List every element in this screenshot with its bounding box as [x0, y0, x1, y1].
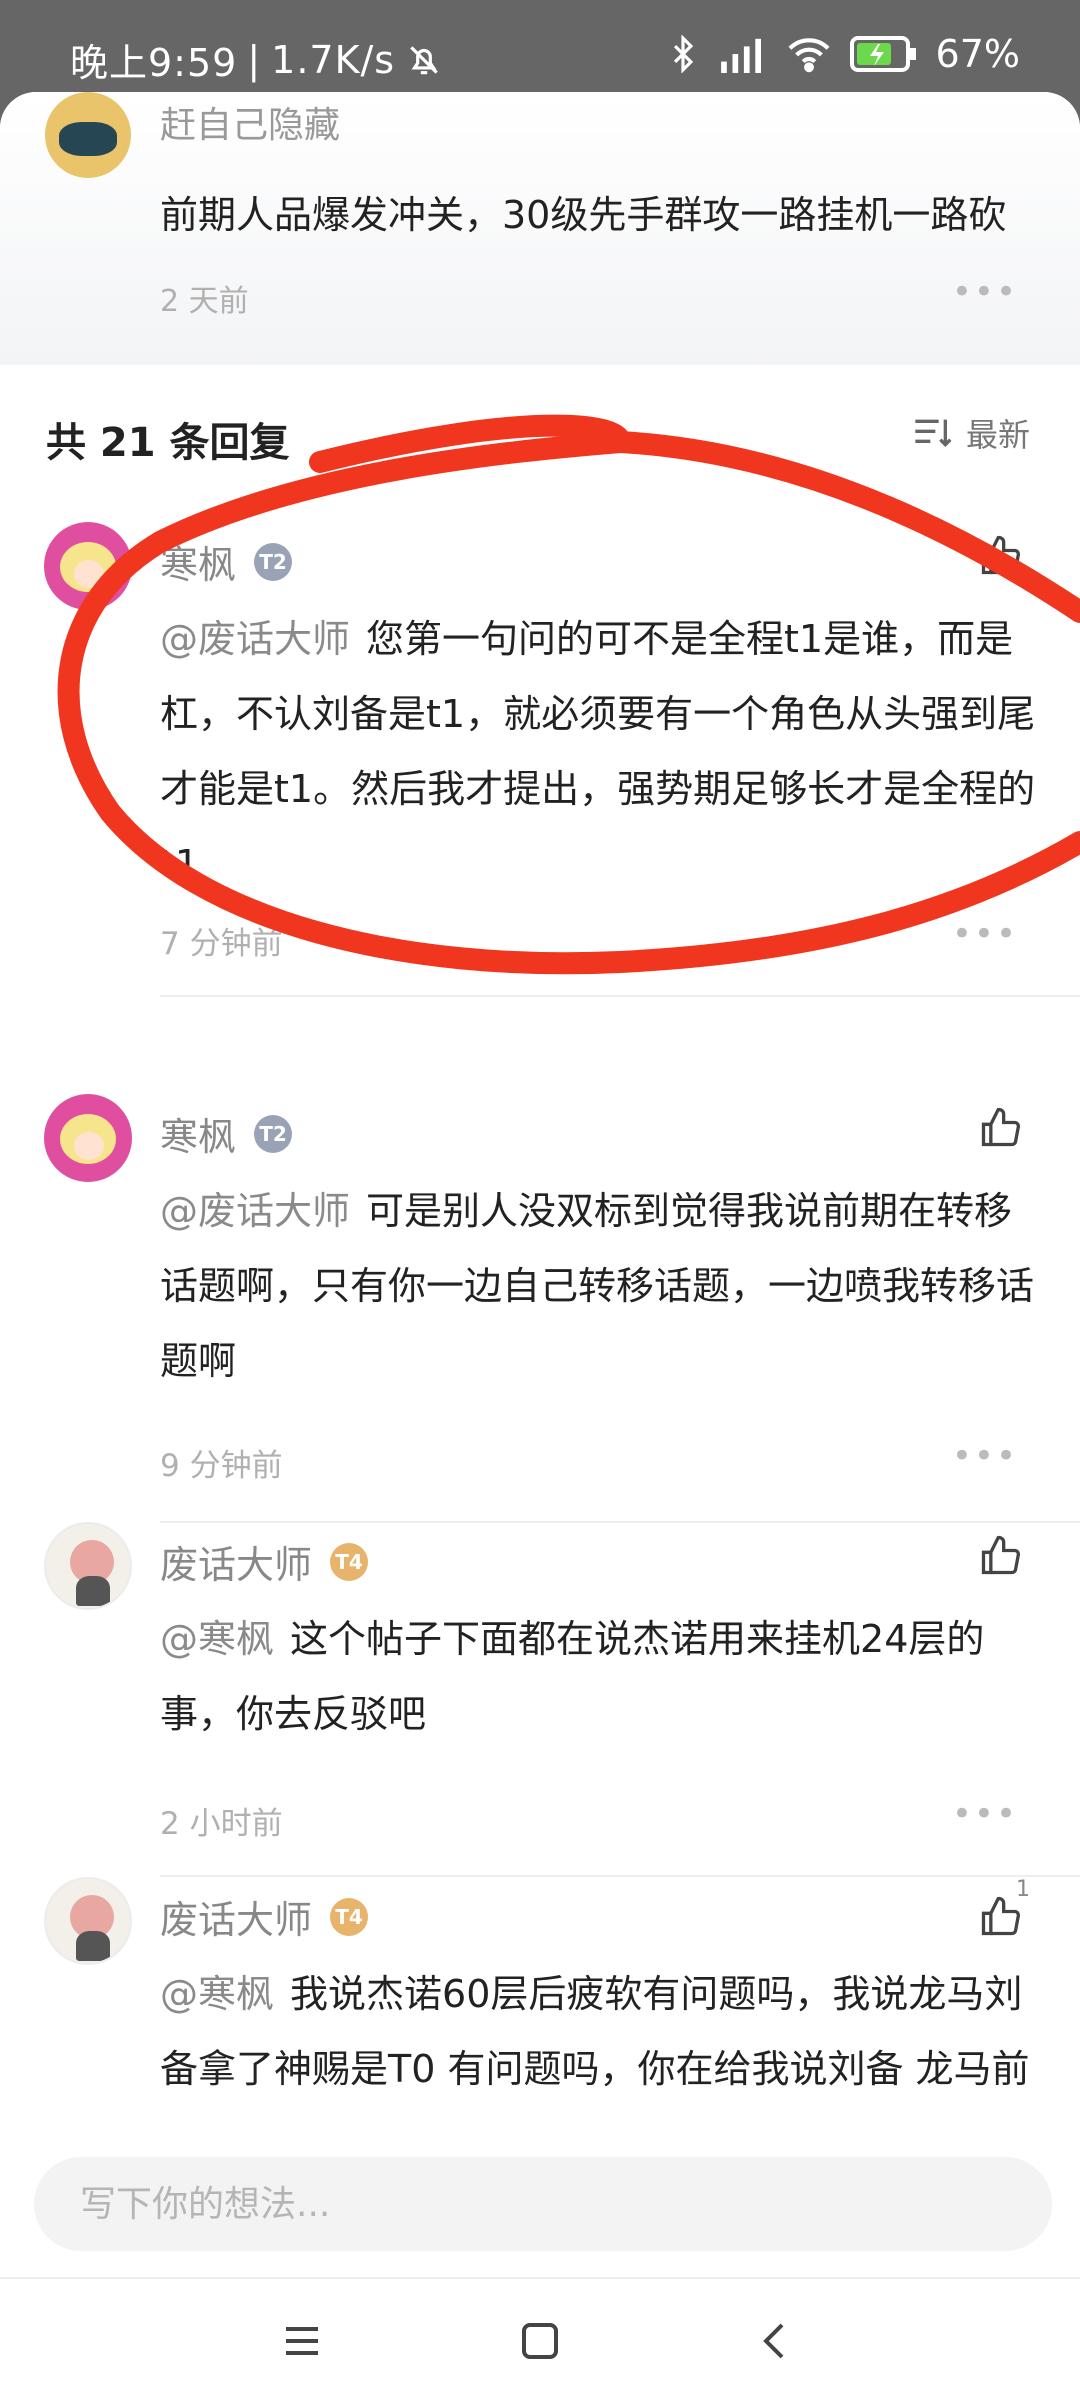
level-badge: T4	[330, 1897, 369, 1936]
reply-time: 7 分钟前	[160, 926, 283, 962]
reply-item: 寒枫 T2 @废话大师 可是别人没双标到觉得我说前期在转移话题啊，只有你一边自己转…	[0, 1094, 1080, 1523]
network-speed: 1.7K/s	[271, 37, 396, 82]
mention-link[interactable]: @寒枫	[160, 1972, 274, 2016]
back-icon[interactable]	[752, 2317, 800, 2365]
reply-time: 2 小时前	[160, 1806, 283, 1842]
like-icon[interactable]	[978, 534, 1022, 578]
reply-author-row: 寒枫 T2	[160, 534, 293, 589]
reply-author-row: 废话大师 T4	[160, 1534, 369, 1589]
reply-author-row: 寒枫 T2	[160, 1106, 293, 1161]
reply-author[interactable]: 寒枫	[160, 1106, 236, 1161]
reply-author[interactable]: 寒枫	[160, 534, 236, 589]
status-bar: 晚上9:59 | 1.7K/s 67%	[0, 0, 1080, 100]
mention-link[interactable]: @废话大师	[160, 617, 350, 661]
more-options-icon[interactable]: •••	[952, 272, 1018, 312]
original-comment-user: 赶自己隐藏	[160, 105, 341, 146]
like-count: 1	[1016, 1877, 1030, 1902]
like-icon[interactable]	[978, 1534, 1022, 1578]
battery-icon	[849, 36, 916, 72]
wifi-icon	[788, 38, 830, 73]
reply-author-row: 废话大师 T4	[160, 1889, 369, 1944]
reply-item: 废话大师 T4 @寒枫 这个帖子下面都在说杰诺用来挂机24层的事，你去反驳吧 2 …	[0, 1522, 1080, 1877]
level-badge: T2	[254, 542, 293, 581]
comment-composer	[0, 2107, 1080, 2277]
status-left: 晚上9:59 | 1.7K/s	[70, 32, 443, 87]
mention-link[interactable]: @废话大师	[160, 1189, 350, 1233]
original-comment: 赶自己隐藏 前期人品爆发冲关，30级先手群攻一路挂机一路砍 2 天前 •••	[0, 92, 1080, 365]
battery-percent: 67%	[935, 32, 1020, 76]
replies-sheet: 赶自己隐藏 前期人品爆发冲关，30级先手群攻一路挂机一路砍 2 天前 ••• 共…	[0, 92, 1080, 2400]
signal-icon	[720, 38, 761, 73]
original-comment-text: 前期人品爆发冲关，30级先手群攻一路挂机一路砍	[160, 193, 1007, 237]
sort-label: 最新	[965, 416, 1030, 454]
like-icon[interactable]	[978, 1106, 1022, 1150]
reply-author[interactable]: 废话大师	[160, 1889, 312, 1944]
avatar[interactable]	[44, 522, 132, 610]
avatar[interactable]	[45, 92, 131, 178]
navigation-bar	[0, 2277, 1080, 2400]
avatar[interactable]	[44, 1877, 132, 1965]
reply-text: 这个帖子下面都在说杰诺用来挂机24层的事，你去反驳吧	[160, 1617, 985, 1736]
status-time: 晚上9:59	[70, 41, 238, 85]
replies-count-title: 共 21 条回复	[46, 420, 290, 466]
reply-author[interactable]: 废话大师	[160, 1534, 312, 1589]
mention-link[interactable]: @寒枫	[160, 1617, 274, 1661]
sort-button[interactable]: 最新	[912, 410, 1030, 456]
avatar[interactable]	[44, 1094, 132, 1182]
original-comment-time: 2 天前	[160, 284, 249, 319]
more-options-icon[interactable]: •••	[952, 1436, 1018, 1476]
status-separator: |	[247, 37, 262, 82]
home-icon[interactable]	[516, 2317, 564, 2365]
reply-item: 寒枫 T2 @废话大师 您第一句问的可不是全程t1是谁，而是杠，不认刘备是t1，就…	[0, 522, 1080, 1042]
menu-icon[interactable]	[278, 2317, 326, 2365]
avatar[interactable]	[44, 1522, 132, 1610]
comment-input[interactable]	[34, 2157, 1052, 2251]
status-right: 67%	[668, 32, 1020, 76]
reply-time: 9 分钟前	[160, 1448, 283, 1484]
bluetooth-icon	[673, 35, 693, 73]
more-options-icon[interactable]: •••	[952, 1794, 1018, 1834]
level-badge: T4	[330, 1542, 369, 1581]
more-options-icon[interactable]: •••	[952, 914, 1018, 954]
reply-body: @废话大师 您第一句问的可不是全程t1是谁，而是杠，不认刘备是t1，就必须要有一个…	[160, 602, 1040, 902]
mute-bell-icon	[410, 45, 438, 74]
divider	[160, 995, 1080, 997]
sort-icon	[915, 419, 952, 448]
reply-body: @寒枫 这个帖子下面都在说杰诺用来挂机24层的事，你去反驳吧	[160, 1602, 1040, 1752]
level-badge: T2	[254, 1114, 293, 1153]
reply-body: @废话大师 可是别人没双标到觉得我说前期在转移话题啊，只有你一边自己转移话题，一边…	[160, 1174, 1040, 1399]
